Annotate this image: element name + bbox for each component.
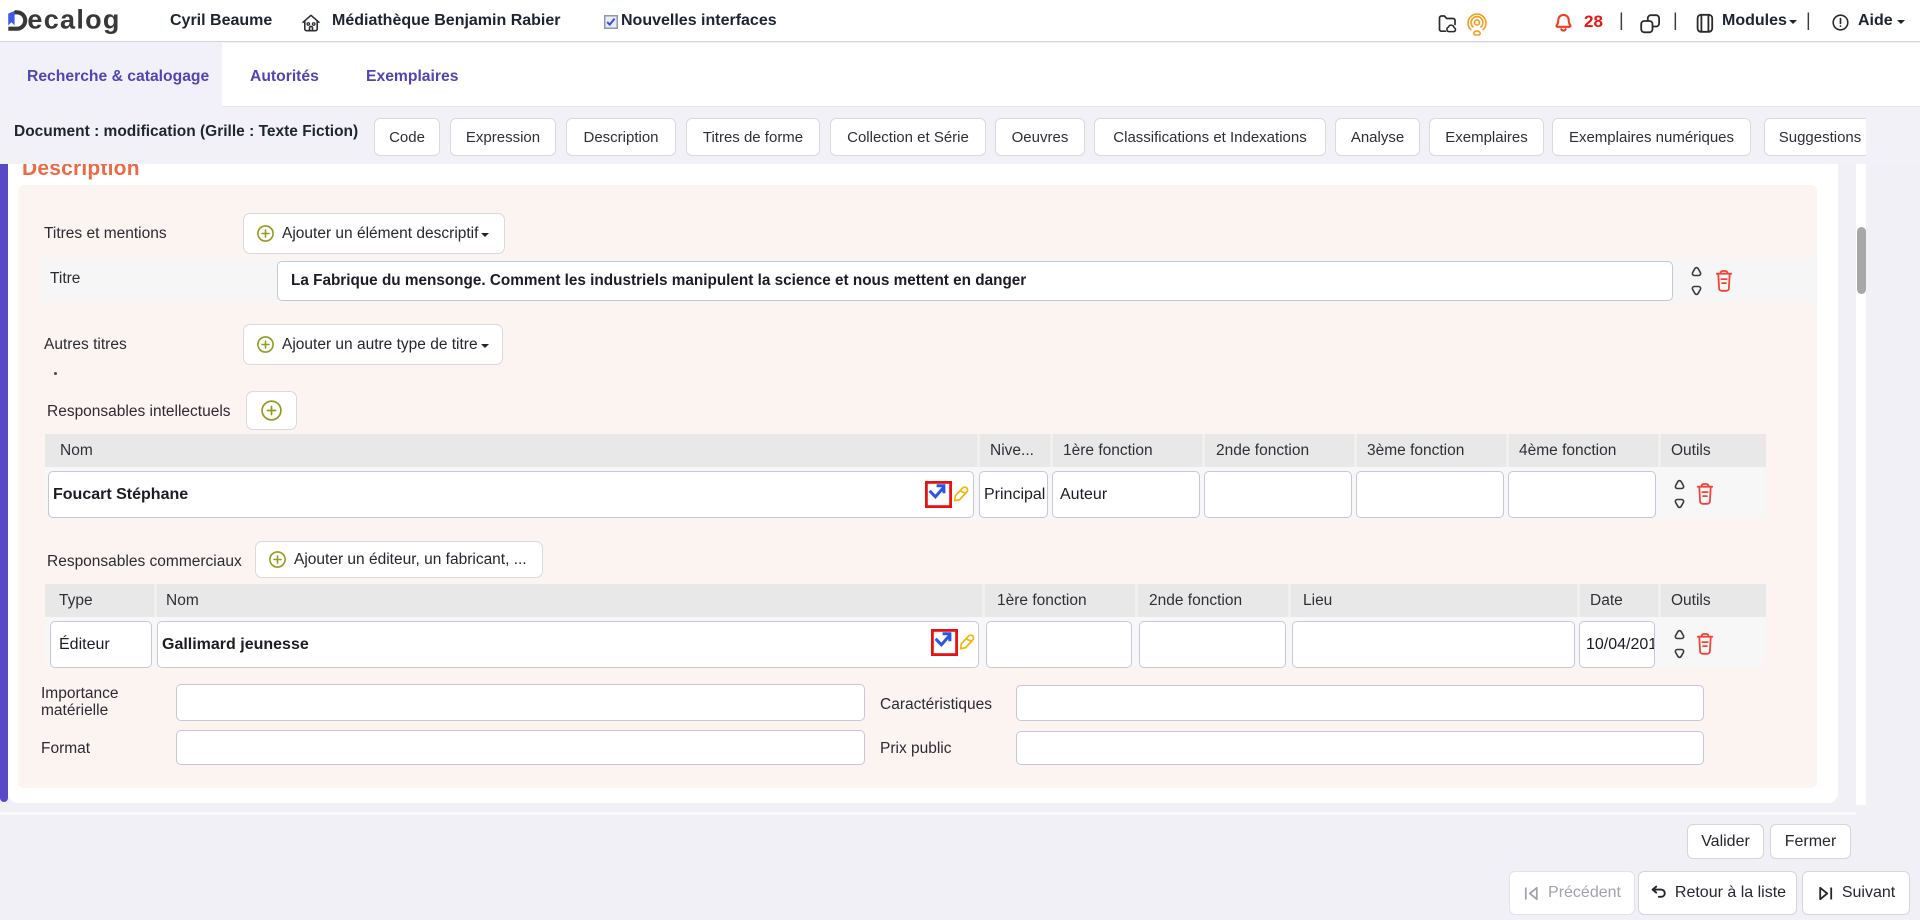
svg-text:ecalog: ecalog (27, 5, 120, 35)
